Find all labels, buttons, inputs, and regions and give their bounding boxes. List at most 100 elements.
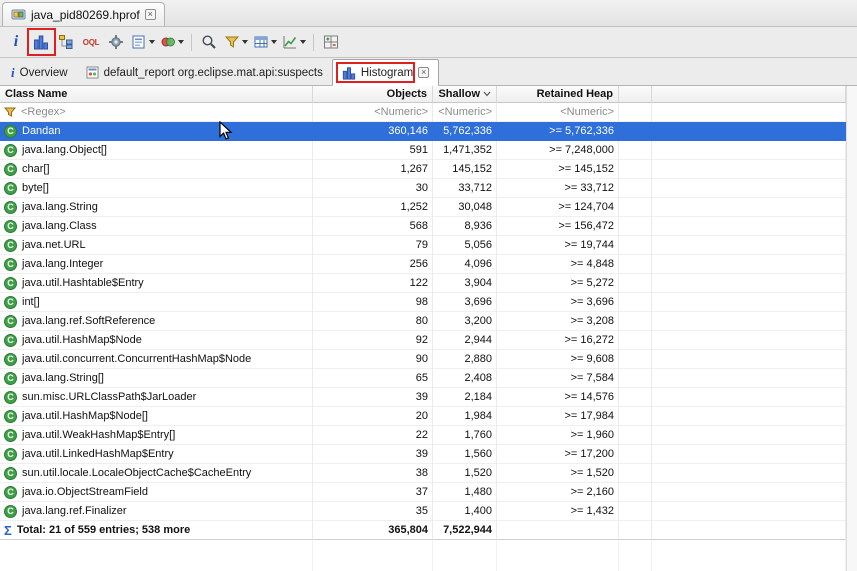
table-row[interactable]: Cjava.lang.Integer2564,096>= 4,848 — [0, 255, 846, 274]
objects-cell[interactable]: 122 — [313, 274, 433, 293]
objects-cell[interactable]: 22 — [313, 426, 433, 445]
shallow-cell[interactable]: 1,480 — [433, 483, 497, 502]
objects-cell[interactable]: 65 — [313, 369, 433, 388]
shallow-cell[interactable]: 2,944 — [433, 331, 497, 350]
table-row[interactable]: Cjava.util.HashMap$Node[]201,984>= 17,98… — [0, 407, 846, 426]
table-row[interactable]: Cint[]983,696>= 3,696 — [0, 293, 846, 312]
table-row[interactable]: Cjava.lang.Class5688,936>= 156,472 — [0, 217, 846, 236]
objects-cell[interactable]: 98 — [313, 293, 433, 312]
class-name-cell[interactable]: Cjava.lang.Object[] — [0, 141, 313, 160]
shallow-cell[interactable]: 1,520 — [433, 464, 497, 483]
regex-filter-cell[interactable]: <Regex> — [0, 103, 313, 122]
retained-heap-cell[interactable]: >= 19,744 — [497, 236, 619, 255]
shallow-cell[interactable]: 5,056 — [433, 236, 497, 255]
shallow-cell[interactable]: 3,696 — [433, 293, 497, 312]
table-row[interactable]: Cjava.io.ObjectStreamField371,480>= 2,16… — [0, 483, 846, 502]
retained-heap-cell[interactable]: >= 4,848 — [497, 255, 619, 274]
retained-heap-cell[interactable]: >= 5,762,336 — [497, 122, 619, 141]
tab-default-report[interactable]: default_report org.eclipse.mat.api:suspe… — [77, 60, 332, 85]
retained-heap-cell[interactable]: >= 9,608 — [497, 350, 619, 369]
table-row[interactable]: CDandan360,1465,762,336>= 5,762,336 — [0, 122, 846, 141]
query-browser-button[interactable] — [129, 30, 157, 54]
retained-heap-cell[interactable]: >= 17,984 — [497, 407, 619, 426]
oql-button[interactable]: OQL — [79, 30, 103, 54]
objects-cell[interactable]: 92 — [313, 331, 433, 350]
shallow-cell[interactable]: 1,984 — [433, 407, 497, 426]
class-name-cell[interactable]: Cchar[] — [0, 160, 313, 179]
editor-tab-hprof[interactable]: java_pid80269.hprof × — [2, 2, 165, 26]
shallow-cell[interactable]: 8,936 — [433, 217, 497, 236]
table-row[interactable]: Csun.util.locale.LocaleObjectCache$Cache… — [0, 464, 846, 483]
shallow-cell[interactable]: 5,762,336 — [433, 122, 497, 141]
shallow-cell[interactable]: 30,048 — [433, 198, 497, 217]
retained-heap-cell[interactable]: >= 16,272 — [497, 331, 619, 350]
objects-cell[interactable]: 30 — [313, 179, 433, 198]
table-row[interactable]: Cjava.util.LinkedHashMap$Entry391,560>= … — [0, 445, 846, 464]
customize-table-button[interactable] — [251, 30, 279, 54]
table-row[interactable]: Cjava.lang.ref.Finalizer351,400>= 1,432 — [0, 502, 846, 521]
histogram-button[interactable] — [29, 30, 53, 54]
objects-cell[interactable]: 591 — [313, 141, 433, 160]
table-row[interactable]: Cjava.lang.ref.SoftReference803,200>= 3,… — [0, 312, 846, 331]
total-row[interactable]: Σ Total: 21 of 559 entries; 538 more 365… — [0, 521, 846, 540]
objects-cell[interactable]: 20 — [313, 407, 433, 426]
objects-cell[interactable]: 90 — [313, 350, 433, 369]
class-name-cell[interactable]: Cjava.util.HashMap$Node[] — [0, 407, 313, 426]
objects-filter-cell[interactable]: <Numeric> — [313, 103, 433, 122]
shallow-cell[interactable]: 2,880 — [433, 350, 497, 369]
table-row[interactable]: Csun.misc.URLClassPath$JarLoader392,184>… — [0, 388, 846, 407]
settings-button[interactable] — [104, 30, 128, 54]
info-button[interactable]: i — [4, 30, 28, 54]
dominator-tree-button[interactable] — [54, 30, 78, 54]
class-name-cell[interactable]: CDandan — [0, 122, 313, 141]
objects-cell[interactable]: 256 — [313, 255, 433, 274]
retained-heap-cell[interactable]: >= 1,432 — [497, 502, 619, 521]
objects-cell[interactable]: 39 — [313, 388, 433, 407]
class-name-cell[interactable]: Cjava.util.concurrent.ConcurrentHashMap$… — [0, 350, 313, 369]
col-objects[interactable]: Objects — [313, 86, 433, 103]
objects-cell[interactable]: 37 — [313, 483, 433, 502]
class-name-cell[interactable]: Cint[] — [0, 293, 313, 312]
table-row[interactable]: Cjava.lang.String[]652,408>= 7,584 — [0, 369, 846, 388]
shallow-cell[interactable]: 2,408 — [433, 369, 497, 388]
table-row[interactable]: Cjava.util.HashMap$Node922,944>= 16,272 — [0, 331, 846, 350]
class-name-cell[interactable]: Cjava.lang.ref.SoftReference — [0, 312, 313, 331]
class-name-cell[interactable]: Csun.misc.URLClassPath$JarLoader — [0, 388, 313, 407]
export-button[interactable] — [280, 30, 308, 54]
shallow-filter-cell[interactable]: <Numeric> — [433, 103, 497, 122]
objects-cell[interactable]: 39 — [313, 445, 433, 464]
class-name-cell[interactable]: Cjava.util.Hashtable$Entry — [0, 274, 313, 293]
objects-cell[interactable]: 568 — [313, 217, 433, 236]
compare-button[interactable] — [319, 30, 343, 54]
objects-cell[interactable]: 35 — [313, 502, 433, 521]
class-name-cell[interactable]: Cjava.io.ObjectStreamField — [0, 483, 313, 502]
objects-cell[interactable]: 79 — [313, 236, 433, 255]
shallow-cell[interactable]: 4,096 — [433, 255, 497, 274]
table-row[interactable]: Cjava.util.Hashtable$Entry1223,904>= 5,2… — [0, 274, 846, 293]
class-name-cell[interactable]: Csun.util.locale.LocaleObjectCache$Cache… — [0, 464, 313, 483]
vertical-scrollbar[interactable] — [846, 86, 857, 571]
table-row[interactable]: Cjava.util.WeakHashMap$Entry[]221,760>= … — [0, 426, 846, 445]
class-name-cell[interactable]: Cjava.util.WeakHashMap$Entry[] — [0, 426, 313, 445]
close-icon[interactable]: × — [145, 9, 156, 20]
shallow-cell[interactable]: 3,200 — [433, 312, 497, 331]
objects-cell[interactable]: 38 — [313, 464, 433, 483]
shallow-cell[interactable]: 1,560 — [433, 445, 497, 464]
retained-heap-cell[interactable]: >= 156,472 — [497, 217, 619, 236]
retained-heap-cell[interactable]: >= 33,712 — [497, 179, 619, 198]
tab-histogram[interactable]: Histogram × — [332, 59, 439, 86]
expert-tests-button[interactable] — [158, 30, 186, 54]
retained-heap-cell[interactable]: >= 145,152 — [497, 160, 619, 179]
class-name-cell[interactable]: Cjava.util.HashMap$Node — [0, 331, 313, 350]
retained-heap-cell[interactable]: >= 1,520 — [497, 464, 619, 483]
table-row[interactable]: Cjava.util.concurrent.ConcurrentHashMap$… — [0, 350, 846, 369]
retained-heap-cell[interactable]: >= 5,272 — [497, 274, 619, 293]
retained-heap-cell[interactable]: >= 17,200 — [497, 445, 619, 464]
objects-cell[interactable]: 1,267 — [313, 160, 433, 179]
retained-heap-cell[interactable]: >= 124,704 — [497, 198, 619, 217]
class-name-cell[interactable]: Cjava.lang.Class — [0, 217, 313, 236]
objects-cell[interactable]: 1,252 — [313, 198, 433, 217]
retained-heap-cell[interactable]: >= 1,960 — [497, 426, 619, 445]
col-shallow[interactable]: Shallow — [433, 86, 497, 103]
shallow-cell[interactable]: 1,471,352 — [433, 141, 497, 160]
